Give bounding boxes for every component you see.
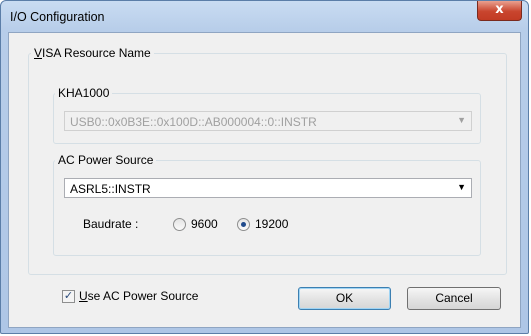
check-icon: ✓: [63, 290, 74, 302]
baudrate-19200-radio[interactable]: [237, 218, 250, 231]
cancel-button[interactable]: Cancel: [407, 287, 501, 310]
baudrate-label: Baudrate :: [83, 217, 139, 231]
visa-resource-legend: VISA Resource Name: [31, 46, 154, 60]
ok-button[interactable]: OK: [298, 287, 391, 310]
use-ac-power-source-label[interactable]: Use AC Power Source: [79, 289, 198, 303]
kha1000-resource-value: USB0::0x0B3E::0x100D::AB000004::0::INSTR: [70, 115, 317, 129]
close-icon: x: [495, 2, 504, 17]
ac-power-source-legend: AC Power Source: [55, 153, 157, 167]
kha1000-resource-select: USB0::0x0B3E::0x100D::AB000004::0::INSTR…: [64, 111, 472, 131]
window-title: I/O Configuration: [10, 10, 105, 24]
kha1000-legend: KHA1000: [55, 86, 113, 100]
ac-resource-value: ASRL5::INSTR: [70, 182, 151, 196]
close-button[interactable]: x: [477, 1, 522, 21]
baudrate-9600-radio[interactable]: [173, 218, 186, 231]
dialog-body: VISA Resource Name KHA1000 USB0::0x0B3E:…: [8, 32, 521, 328]
title-bar[interactable]: I/O Configuration x: [1, 1, 528, 33]
chevron-down-icon: ▼: [457, 182, 466, 192]
chevron-down-icon: ▼: [457, 115, 466, 125]
ac-resource-select[interactable]: ASRL5::INSTR ▼: [64, 178, 472, 198]
ac-power-source-group: [53, 160, 481, 256]
use-ac-power-source-checkbox[interactable]: ✓: [62, 290, 75, 303]
baudrate-9600-label[interactable]: 9600: [191, 217, 218, 231]
baudrate-19200-label[interactable]: 19200: [255, 217, 288, 231]
dialog-window: I/O Configuration x VISA Resource Name K…: [0, 0, 529, 334]
